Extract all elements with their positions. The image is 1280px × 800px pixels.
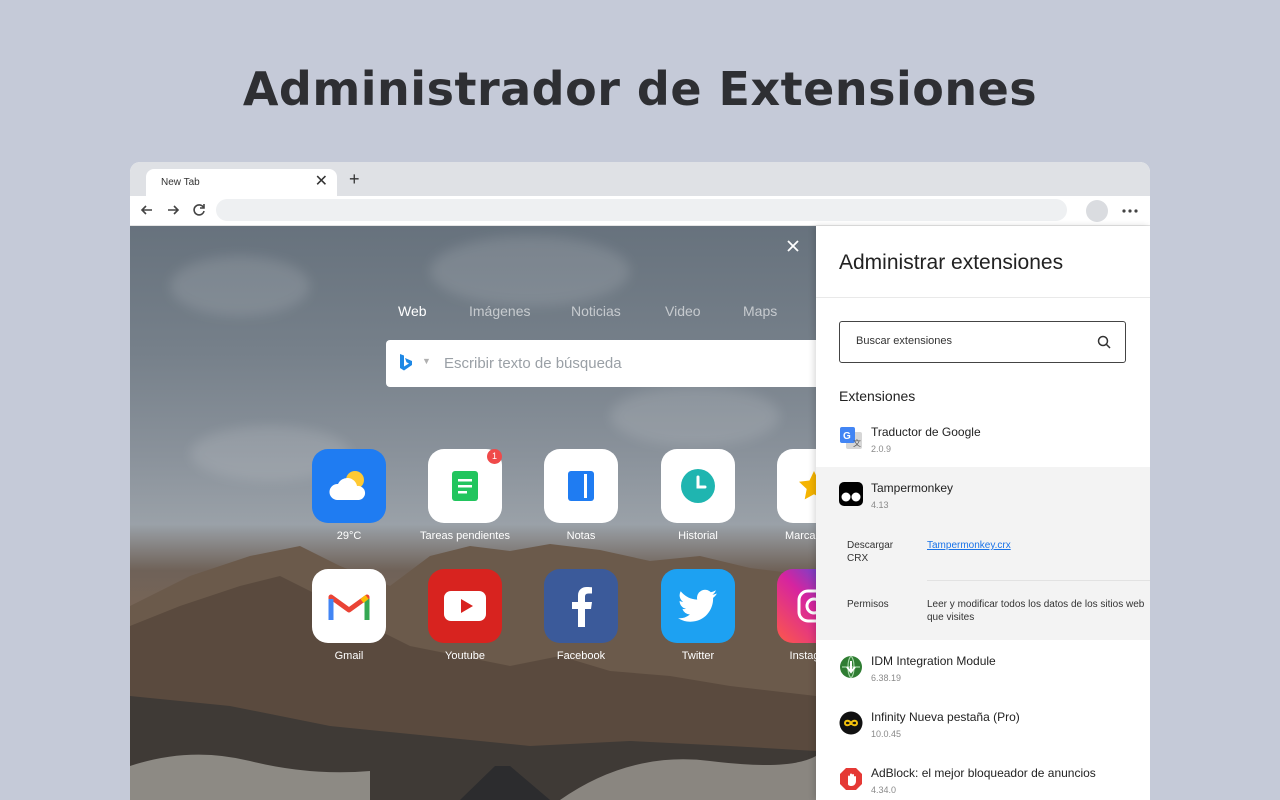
profile-avatar[interactable] [1086,200,1108,222]
tile-label: Twitter [681,650,715,662]
idm-icon [840,655,862,679]
tile-weather[interactable]: 29°C [312,449,386,542]
divider [816,297,1150,298]
bookmarks-icon [777,449,816,523]
tile-label: 29°C [336,530,362,542]
extension-version: 2.0.9 [871,444,892,454]
tile-bookmarks[interactable]: Marcadores [777,449,816,542]
search-tab-images[interactable]: Imágenes [469,303,530,319]
search-tab-maps[interactable]: Maps [743,303,777,319]
search-tab-video[interactable]: Video [665,303,701,319]
notes-icon [544,449,618,523]
extension-search-input[interactable]: Buscar extensiones [839,321,1126,363]
tile-label: Gmail [334,650,364,662]
tab-new-tab[interactable]: New Tab ✕ [146,169,337,196]
tile-label: Tareas pendientes [420,530,510,542]
reload-icon[interactable] [190,201,208,219]
tampermonkey-icon [839,482,863,506]
extension-name: Tampermonkey [871,481,954,495]
infinity-icon [839,711,863,735]
extension-version: 10.0.45 [871,729,902,739]
close-icon[interactable] [785,238,801,254]
tile-gmail[interactable]: Gmail [312,569,386,662]
more-menu-icon[interactable] [1120,201,1140,221]
extension-name: AdBlock: el mejor bloqueador de anuncios [871,766,1096,780]
search-tab-web[interactable]: Web [398,303,427,319]
search-type-tabs: Web Imágenes Noticias Video Maps [130,303,816,323]
new-tab-page: Web Imágenes Noticias Video Maps ▼ Escri… [130,226,816,800]
extension-version: 4.13 [871,500,889,510]
new-tab-button[interactable]: + [349,170,360,188]
tasks-icon: 1 [428,449,502,523]
web-search-box[interactable]: ▼ Escribir texto de búsqueda [386,340,816,387]
extension-item-infinity[interactable]: Infinity Nueva pestaña (Pro) 10.0.45 [816,696,1150,752]
tile-facebook[interactable]: Facebook [544,569,618,662]
permissions-value: Leer y modificar todos los datos de los … [927,599,1145,623]
tab-close-icon[interactable]: ✕ [315,173,328,191]
search-tab-news[interactable]: Noticias [571,303,621,319]
svg-text:G: G [843,431,851,442]
tile-label: Historial [678,530,718,542]
history-icon [661,449,735,523]
download-link[interactable]: Tampermonkey.crx [927,539,1150,552]
extension-version: 4.34.0 [871,785,897,795]
gmail-icon [312,569,386,643]
tile-label: Facebook [556,650,606,662]
youtube-icon [428,569,502,643]
tile-label: Notas [566,530,596,542]
tile-label: Youtube [445,650,485,662]
weather-icon [312,449,386,523]
extension-name: Infinity Nueva pestaña (Pro) [871,710,1020,724]
browser-toolbar [130,196,1150,226]
extension-item-idm[interactable]: IDM Integration Module 6.38.19 [816,640,1150,696]
back-icon[interactable] [138,201,156,219]
bing-icon[interactable] [398,353,414,373]
address-bar[interactable] [216,199,1067,221]
facebook-icon [544,569,618,643]
google-translate-icon: G 文 [840,427,862,449]
browser-content: Web Imágenes Noticias Video Maps ▼ Escri… [130,226,1150,800]
section-heading: Extensiones [839,388,916,404]
extension-details: Descargar CRX Tampermonkey.crx Permisos … [816,523,1150,640]
extension-name: Traductor de Google [871,425,981,439]
search-placeholder: Buscar extensiones [856,335,952,347]
tile-tasks[interactable]: 1 Tareas pendientes [420,449,510,542]
tile-youtube[interactable]: Youtube [428,569,502,662]
page-headline: Administrador de Extensiones [242,62,1038,116]
extensions-panel: Administrar extensiones Buscar extension… [816,226,1150,800]
download-label: Descargar CRX [847,540,894,564]
tile-label: Instagram [789,650,816,662]
notification-badge: 1 [487,449,502,464]
instagram-icon [777,569,816,643]
panel-title: Administrar extensiones [839,251,1064,274]
adblock-icon [840,768,862,790]
browser-window: New Tab ✕ + Web Imágenes Noticias Video … [130,162,1150,800]
divider [927,580,1150,581]
extension-version: 6.38.19 [871,673,902,683]
permissions-label: Permisos [847,599,889,610]
tab-strip: New Tab ✕ + [130,162,1150,196]
extension-name: IDM Integration Module [871,654,996,668]
tile-label: Marcadores [784,530,816,542]
tile-history[interactable]: Historial [661,449,735,542]
tile-notes[interactable]: Notas [544,449,618,542]
extension-item-google-translate[interactable]: G 文 Traductor de Google 2.0.9 [816,411,1150,467]
forward-icon[interactable] [164,201,182,219]
engine-dropdown-icon[interactable]: ▼ [422,356,431,366]
search-icon[interactable] [1097,335,1111,349]
extension-item-tampermonkey[interactable]: Tampermonkey 4.13 [816,467,1150,523]
tile-twitter[interactable]: Twitter [661,569,735,662]
extension-item-adblock[interactable]: AdBlock: el mejor bloqueador de anuncios… [816,752,1150,800]
svg-text:文: 文 [853,438,861,448]
search-placeholder: Escribir texto de búsqueda [444,355,622,372]
tile-instagram[interactable]: Instagram [777,569,816,662]
twitter-icon [661,569,735,643]
tab-title: New Tab [161,177,200,188]
